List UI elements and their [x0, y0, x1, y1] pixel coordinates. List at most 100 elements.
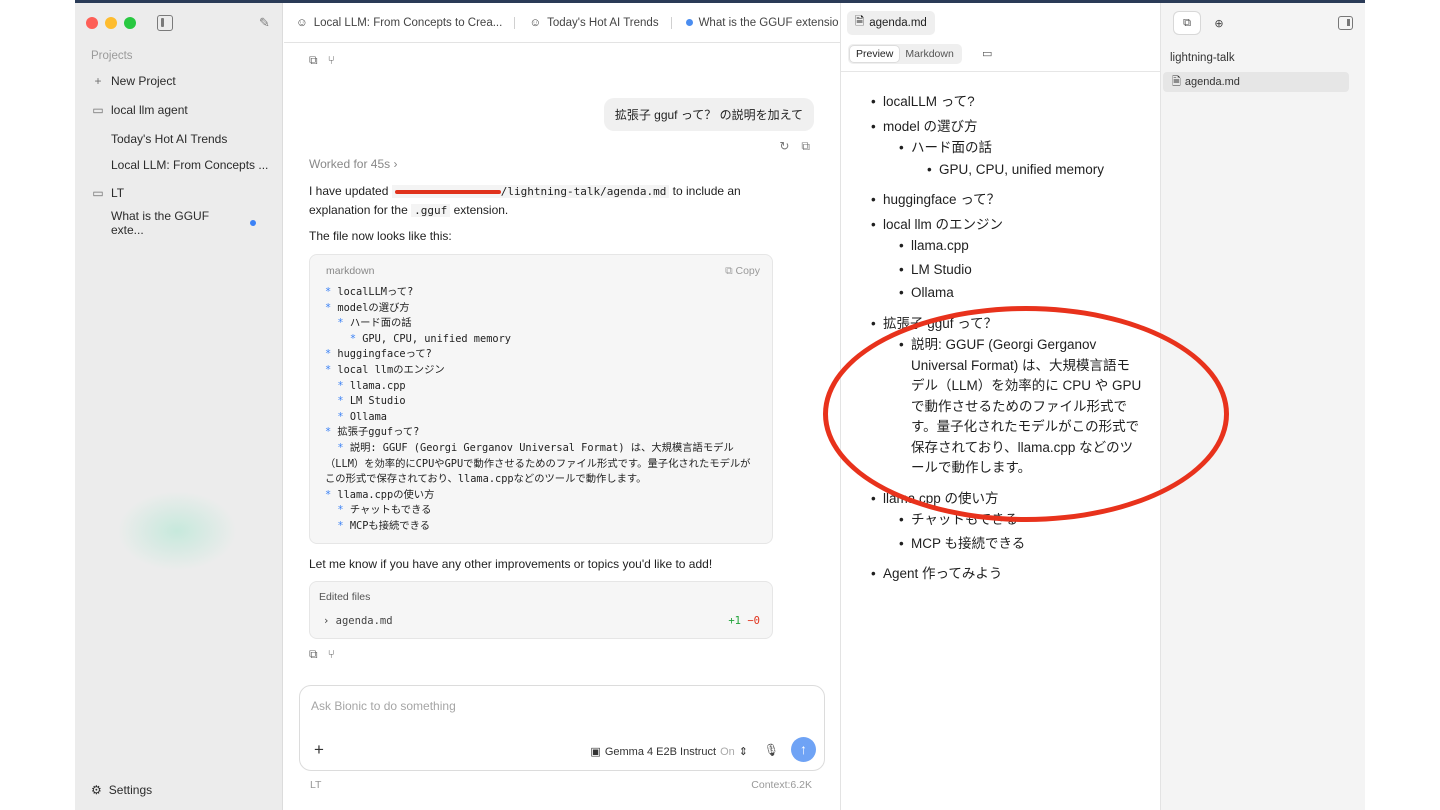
file-path-code: /lightning-talk/agenda.md [391, 185, 670, 198]
chevron-updown-icon: ⇕ [738, 746, 748, 758]
tab-label: Local LLM: From Concepts to Crea... [313, 16, 503, 29]
worked-for-toggle[interactable]: Worked for 45s › [309, 157, 398, 171]
extension-code: .gguf [411, 204, 451, 217]
bullet-marker: * [325, 395, 350, 408]
bullet-marker: * [325, 317, 350, 330]
project-local-llm-agent[interactable]: ▭ local llm agent [91, 101, 272, 119]
files-panel-tabs: ⧉ ⊕ [1174, 12, 1232, 34]
branch-icon[interactable]: ⑂ [328, 53, 335, 68]
tab-hot-ai-trends[interactable]: ☺ Today's Hot AI Trends [529, 16, 672, 29]
chat-pane: ⧉ ⑂ 拡張子 gguf って？ の説明を加えて ↻ ⧉ Worked for … [284, 43, 840, 810]
list-item: model の選び方 ハード面の話 GPU, CPU, unified memo… [871, 117, 1143, 181]
code-line-text: local llmのエンジン [337, 363, 445, 376]
copy-code-button[interactable]: ⧉ Copy [725, 265, 760, 278]
sidebar-toggle-icon[interactable] [157, 15, 173, 31]
bullet-marker: * [325, 286, 338, 298]
bullet-marker: * [325, 410, 350, 423]
panel-toggle-icon[interactable] [1338, 16, 1353, 30]
copy-icon[interactable]: ⧉ [801, 139, 810, 154]
preview-tab[interactable]: 🗎 agenda.md [847, 11, 935, 35]
list-item: MCP も接続できる [899, 534, 1143, 555]
message-actions-bottom: ⧉ ⑂ [309, 647, 335, 662]
code-line: * ハード面の話 [325, 316, 760, 332]
model-name: Gemma 4 E2B Instruct [604, 745, 717, 758]
globe-icon[interactable]: ⊕ [1206, 12, 1232, 34]
chat-item-hot-ai-trends[interactable]: Today's Hot AI Trends [111, 130, 272, 148]
composer-input[interactable]: Ask Bionic to do something [311, 699, 456, 713]
chat-item-gguf[interactable]: What is the GGUF exte... [111, 209, 272, 237]
code-line: * 説明: GGUF (Georgi Gerganov Universal Fo… [325, 441, 760, 488]
project-name: local llm agent [111, 103, 188, 117]
chat-item-local-llm[interactable]: Local LLM: From Concepts ... [111, 156, 272, 174]
context-indicator: Context:6.2K [751, 779, 812, 791]
files-panel: ⧉ ⊕ lightning-talk 🗎 agenda.md [1160, 3, 1365, 810]
list-item: LM Studio [899, 260, 1143, 281]
folder-icon[interactable]: ▭ [982, 47, 992, 60]
composer[interactable]: Ask Bionic to do something + ▣ Gemma 4 E… [299, 685, 825, 771]
tab-local-llm[interactable]: ☺ Local LLM: From Concepts to Crea... [296, 16, 516, 29]
chevron-right-icon: › [323, 615, 330, 627]
edited-files-title: Edited files [319, 591, 371, 603]
chevron-right-icon: › [393, 157, 398, 171]
code-line-text: 拡張子ggufって? [337, 426, 420, 439]
zoom-window-button[interactable] [124, 17, 136, 29]
files-tab-icon[interactable]: ⧉ [1174, 12, 1200, 34]
markdown-mode-button[interactable]: Markdown [899, 46, 959, 62]
edited-files-card: Edited files › agenda.md +1 −0 [309, 581, 773, 639]
chat-item-label: Local LLM: From Concepts ... [111, 158, 269, 172]
code-line-text: LM Studio [349, 395, 406, 408]
settings-button[interactable]: ⚙ Settings [91, 783, 152, 797]
file-looks-text: The file now looks like this: [309, 229, 452, 243]
chip-icon: ▣ [590, 746, 601, 758]
send-button[interactable]: ↑ [791, 737, 816, 762]
reply-text: extension. [453, 203, 509, 217]
file-item[interactable]: 🗎 agenda.md [1163, 72, 1349, 92]
tab-divider [514, 16, 516, 29]
project-indicator: LT [310, 779, 322, 791]
project-lt[interactable]: ▭ LT [91, 184, 272, 202]
code-line-text: llama.cppの使い方 [337, 488, 435, 501]
user-message: 拡張子 gguf って？ の説明を加えて [603, 98, 814, 131]
code-line: * GPU, CPU, unified memory [325, 332, 760, 348]
bullet-marker: * [325, 504, 350, 517]
copy-icon[interactable]: ⧉ [309, 647, 318, 662]
decorative-glow [117, 491, 237, 571]
mic-icon[interactable]: 🎙 [764, 743, 779, 757]
new-project-button[interactable]: + New Project [91, 72, 272, 90]
edited-file-name: agenda.md [335, 615, 393, 627]
chat-tab-bar: ☺ Local LLM: From Concepts to Crea... ☺ … [284, 3, 840, 43]
code-line-text: チャットもできる [349, 504, 432, 517]
preview-mode-button[interactable]: Preview [850, 46, 900, 62]
code-line: * local llmのエンジン [325, 363, 760, 379]
list-item: llama.cpp [899, 236, 1143, 257]
app-window: ✎ Projects + New Project ▭ local llm age… [75, 0, 1365, 810]
preview-pane: 🗎 agenda.md Preview Markdown ▭ localLLM … [840, 3, 1160, 810]
redaction-mark [394, 190, 501, 194]
bullet-marker: * [325, 426, 338, 439]
tab-divider [670, 16, 672, 29]
list-item: Ollama [899, 283, 1143, 304]
model-selector[interactable]: ▣ Gemma 4 E2B Instruct On ⇕ [590, 745, 748, 759]
list-item: huggingface って？ [871, 190, 1143, 211]
minimize-window-button[interactable] [105, 17, 117, 29]
bullet-marker: * [325, 348, 338, 361]
list-item: 説明: GGUF (Georgi Gerganov Universal Form… [899, 335, 1143, 479]
list-item-text: 拡張子 gguf って？ [883, 315, 998, 331]
project-folder-name[interactable]: lightning-talk [1170, 52, 1235, 64]
file-icon: 🗎 [1172, 75, 1181, 88]
copy-icon[interactable]: ⧉ [309, 53, 318, 68]
list-item: ハード面の話 GPU, CPU, unified memory [899, 138, 1143, 180]
retry-icon[interactable]: ↻ [779, 139, 789, 154]
compose-icon[interactable]: ✎ [259, 15, 275, 31]
robot-icon: ☺ [296, 16, 308, 29]
tab-gguf[interactable]: What is the GGUF extensio [685, 17, 839, 29]
active-dot-icon [685, 19, 693, 26]
close-window-button[interactable] [86, 17, 98, 29]
edited-file-row[interactable]: › agenda.md [323, 615, 393, 627]
branch-icon[interactable]: ⑂ [328, 647, 335, 662]
code-line-text: huggingfaceって? [337, 348, 432, 361]
gear-icon: ⚙ [91, 783, 102, 797]
attach-plus-icon[interactable]: + [314, 740, 324, 760]
file-icon: 🗎 [855, 15, 865, 28]
code-line-text: ハード面の話 [349, 317, 412, 330]
